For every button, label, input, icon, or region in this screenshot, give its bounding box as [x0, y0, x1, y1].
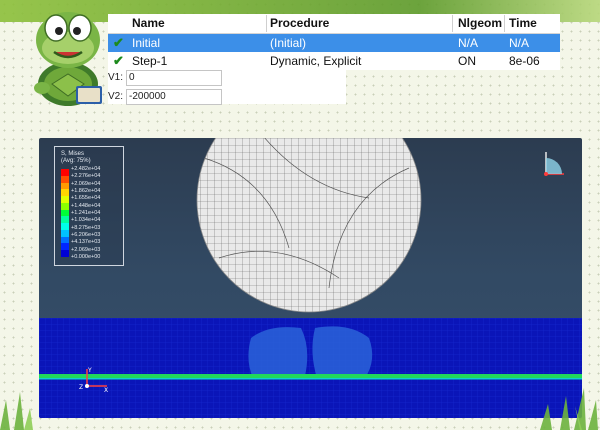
legend-swatch [61, 216, 69, 224]
legend-swatch [61, 182, 69, 190]
table-row-step-1[interactable]: ✔ Step-1 Dynamic, Explicit ON 8e-06 [108, 52, 560, 70]
legend-swatch [61, 236, 69, 244]
legend-value-label: +2.069e+03 [71, 246, 101, 253]
legend-value-label: +1.655e+04 [71, 195, 101, 202]
legend-swatch [61, 243, 69, 251]
step-manager-table: Name Procedure Nlgeom Time ✔ Initial (In… [108, 14, 560, 70]
triad-x-label: X [104, 387, 108, 392]
table-row-initial[interactable]: ✔ Initial (Initial) N/A N/A [108, 34, 560, 52]
triad-y-label: Y [87, 367, 92, 374]
legend-swatch [61, 250, 69, 257]
legend-swatch [61, 189, 69, 197]
v1-input[interactable]: 0 [126, 70, 222, 86]
legend-value-label: +2.276e+04 [71, 173, 101, 180]
simulation-viewport[interactable]: S, Mises (Avg: 75%) +2.482e+04 +2.276e+04… [39, 138, 582, 418]
legend-value-label: +0.000e+00 [71, 254, 101, 260]
column-header-procedure[interactable]: Procedure [270, 16, 329, 30]
legend-value-label: +2.482e+04 [71, 166, 101, 172]
column-separator [452, 15, 453, 32]
legend-value-label: +4.137e+03 [71, 239, 101, 246]
checkmark-icon: ✔ [113, 35, 124, 50]
legend-value-label: +1.448e+04 [71, 202, 101, 209]
legend-swatch [61, 175, 69, 183]
coordinate-triad-icon: Y Z X [79, 367, 108, 392]
column-separator [504, 15, 505, 32]
legend-value-label: +8.275e+03 [71, 224, 101, 231]
interface-line [39, 374, 582, 378]
v2-label: V2: [108, 91, 124, 102]
legend-value-label: +1.862e+04 [71, 188, 101, 194]
column-separator [266, 15, 267, 32]
legend-swatch [61, 223, 69, 230]
step-name: Initial [132, 36, 161, 50]
legend-color-bar [61, 169, 69, 257]
step-nlgeom: ON [458, 54, 476, 68]
checkmark-icon: ✔ [113, 53, 124, 68]
v1-label: V1: [108, 72, 124, 83]
step-procedure: Dynamic, Explicit [270, 54, 362, 68]
legend-swatch [61, 169, 69, 176]
legend-value-label: +2.069e+04 [71, 180, 101, 187]
legend-title-line1: S, Mises [61, 151, 85, 157]
legend-value-label: +1.034e+04 [71, 217, 101, 224]
step-name: Step-1 [132, 54, 168, 68]
projectile-mesh [197, 138, 421, 312]
legend-value-label: +6.206e+03 [71, 232, 101, 238]
column-header-time[interactable]: Time [509, 16, 537, 30]
legend-value-label: +1.241e+04 [71, 210, 101, 216]
step-time: 8e-06 [509, 54, 540, 68]
step-procedure: (Initial) [270, 36, 307, 50]
step-time: N/A [509, 36, 530, 50]
table-header-row: Name Procedure Nlgeom Time [108, 14, 560, 34]
v2-input[interactable]: -200000 [126, 89, 222, 105]
column-header-nlgeom[interactable]: Nlgeom [458, 16, 502, 30]
legend-swatch [61, 209, 69, 217]
legend-swatch [61, 196, 69, 203]
plate-mesh [39, 318, 582, 418]
view-orientation-icon[interactable] [538, 148, 568, 178]
legend-title-line2: (Avg: 75%) [61, 158, 91, 164]
legend-title: S, Mises (Avg: 75%) [61, 151, 91, 165]
column-header-name[interactable]: Name [132, 16, 165, 30]
legend-swatch [61, 202, 69, 210]
contour-legend: S, Mises (Avg: 75%) +2.482e+04 +2.276e+04… [54, 146, 124, 266]
triad-z-label: Z [79, 384, 83, 391]
legend-swatch [61, 229, 69, 237]
step-nlgeom: N/A [458, 36, 479, 50]
